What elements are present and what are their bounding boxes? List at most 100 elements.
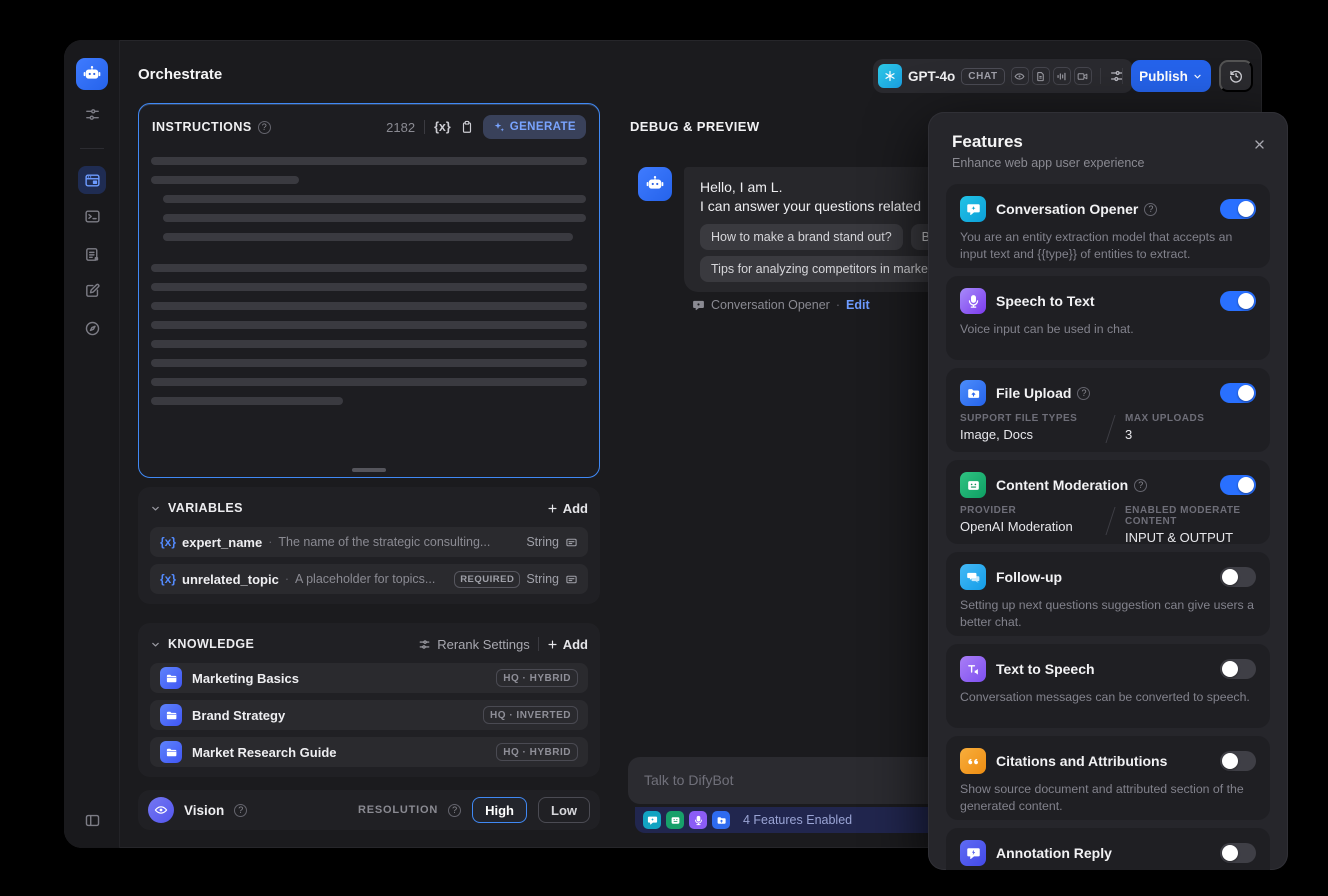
knowledge-row[interactable]: Brand Strategy HQ · INVERTED xyxy=(150,700,588,730)
chevron-down-icon[interactable] xyxy=(150,639,161,650)
rerank-settings-button[interactable]: Rerank Settings xyxy=(418,637,530,652)
variable-row[interactable]: {x} unrelated_topic · A placeholder for … xyxy=(150,564,588,594)
conversation-opener-indicator: Conversation Opener · Edit xyxy=(692,298,870,312)
sidebar xyxy=(64,40,120,848)
help-icon[interactable] xyxy=(234,803,248,817)
feature-card-file-upload: File Upload SUPPORT FILE TYPES Image, Do… xyxy=(946,368,1270,452)
publish-button[interactable]: Publish xyxy=(1131,60,1211,92)
sidebar-item-orchestrate[interactable] xyxy=(78,166,106,194)
knowledge-row[interactable]: Marketing Basics HQ · HYBRID xyxy=(150,663,588,693)
help-icon[interactable] xyxy=(1077,386,1091,400)
conversation-opener-icon xyxy=(960,196,986,222)
redacted-text-line xyxy=(151,378,587,386)
knowledge-name: Marketing Basics xyxy=(192,670,299,686)
redacted-text-line xyxy=(163,233,573,241)
instructions-panel[interactable]: INSTRUCTIONS 2182 {x} GE xyxy=(138,103,600,478)
knowledge-index-badge: HQ · INVERTED xyxy=(483,706,578,724)
workspace-settings-icon[interactable] xyxy=(78,100,106,128)
speech-to-text-toggle[interactable] xyxy=(1220,291,1256,311)
vision-icon xyxy=(1010,67,1029,85)
audio-icon xyxy=(1052,67,1071,85)
knowledge-index-badge: HQ · HYBRID xyxy=(496,743,578,761)
sidebar-item-annotations[interactable] xyxy=(78,276,106,304)
redacted-text-line xyxy=(151,397,343,405)
feature-card-conversation-opener: Conversation Opener You are an entity ex… xyxy=(946,184,1270,268)
close-icon[interactable] xyxy=(1253,138,1266,151)
feature-card-citations: Citations and Attributions Show source d… xyxy=(946,736,1270,820)
knowledge-title: KNOWLEDGE xyxy=(168,637,255,651)
annotation-reply-toggle[interactable] xyxy=(1220,843,1256,863)
model-name: GPT-4o xyxy=(908,68,956,84)
video-icon xyxy=(1073,67,1092,85)
generate-button[interactable]: GENERATE xyxy=(482,115,586,139)
help-icon[interactable] xyxy=(257,120,271,134)
variable-icon: {x} xyxy=(160,572,177,586)
feature-description: You are an entity extraction model that … xyxy=(960,230,1233,262)
text-to-speech-toggle[interactable] xyxy=(1220,659,1256,679)
feature-description: Setting up next questions suggestion can… xyxy=(960,598,1254,630)
chevron-down-icon[interactable] xyxy=(150,503,161,514)
add-knowledge-button[interactable]: Add xyxy=(547,637,588,652)
insert-variable-icon[interactable]: {x} xyxy=(434,120,451,134)
suggested-question-chip[interactable]: Tips for analyzing competitors in market xyxy=(700,256,943,282)
orchestrate-config-column: INSTRUCTIONS 2182 {x} GE xyxy=(138,103,600,830)
file-upload-toggle[interactable] xyxy=(1220,383,1256,403)
app-logo-robot-icon[interactable] xyxy=(76,58,108,90)
chevron-down-icon xyxy=(1194,74,1201,78)
variable-row[interactable]: {x} expert_name · The name of the strate… xyxy=(150,527,588,557)
field-type-icon[interactable] xyxy=(565,536,578,549)
field-type-icon[interactable] xyxy=(565,573,578,586)
meta-value: OpenAI Moderation xyxy=(960,519,1073,534)
feature-card-text-to-speech: Text to Speech Conversation messages can… xyxy=(946,644,1270,728)
help-icon[interactable] xyxy=(1134,478,1148,492)
content-moderation-toggle[interactable] xyxy=(1220,475,1256,495)
meta-label: MAX UPLOADS xyxy=(1125,413,1205,424)
features-enabled-label: 4 Features Enabled xyxy=(743,813,853,827)
variable-type: String xyxy=(526,535,559,549)
instructions-redacted-text[interactable] xyxy=(139,145,599,413)
resolution-high-button[interactable]: High xyxy=(472,797,527,823)
citations-toggle[interactable] xyxy=(1220,751,1256,771)
sidebar-item-api-terminal[interactable] xyxy=(78,202,106,230)
feature-label: Content Moderation xyxy=(996,477,1129,493)
feature-description: Show source document and attributed sect… xyxy=(960,782,1244,814)
plus-icon xyxy=(548,503,557,513)
knowledge-row[interactable]: Market Research Guide HQ · HYBRID xyxy=(150,737,588,767)
redacted-text-line xyxy=(163,214,586,222)
add-variable-button[interactable]: Add xyxy=(547,501,588,516)
feature-label: Follow-up xyxy=(996,569,1063,585)
plus-icon xyxy=(548,639,557,649)
divider xyxy=(424,120,426,134)
sidebar-item-monitoring[interactable] xyxy=(78,314,106,342)
version-history-button[interactable] xyxy=(1219,60,1253,92)
model-selector[interactable]: GPT-4o CHAT xyxy=(873,59,1133,93)
vision-eye-icon xyxy=(148,797,174,823)
instructions-header: INSTRUCTIONS 2182 {x} GE xyxy=(139,104,599,145)
help-icon[interactable] xyxy=(448,803,462,817)
opener-label: Conversation Opener xyxy=(711,298,830,312)
resolution-low-button[interactable]: Low xyxy=(538,797,590,823)
variable-name: unrelated_topic xyxy=(182,571,279,587)
knowledge-index-badge: HQ · HYBRID xyxy=(496,669,578,687)
edit-opener-link[interactable]: Edit xyxy=(846,298,870,312)
resize-handle[interactable] xyxy=(352,468,386,472)
generate-label: GENERATE xyxy=(509,121,576,133)
document-icon xyxy=(1031,67,1050,85)
feature-description: Voice input can be used in chat. xyxy=(960,322,1134,336)
features-panel-title: Features xyxy=(952,132,1023,151)
speech-to-text-icon xyxy=(960,288,986,314)
suggested-question-chip[interactable]: How to make a brand stand out? xyxy=(700,224,903,250)
citations-icon xyxy=(960,748,986,774)
help-icon[interactable] xyxy=(1144,202,1158,216)
collapse-sidebar-icon[interactable] xyxy=(78,806,106,834)
conversation-opener-toggle[interactable] xyxy=(1220,199,1256,219)
knowledge-name: Market Research Guide xyxy=(192,744,337,760)
moderation-feature-icon xyxy=(666,811,684,829)
copy-clipboard-icon[interactable] xyxy=(460,120,474,134)
variable-description: A placeholder for topics... xyxy=(294,572,436,586)
feature-label: Speech to Text xyxy=(996,293,1095,309)
sidebar-item-logs[interactable] xyxy=(78,240,106,268)
feature-card-speech-to-text: Speech to Text Voice input can be used i… xyxy=(946,276,1270,360)
follow-up-toggle[interactable] xyxy=(1220,567,1256,587)
meta-label: PROVIDER xyxy=(960,505,1017,516)
